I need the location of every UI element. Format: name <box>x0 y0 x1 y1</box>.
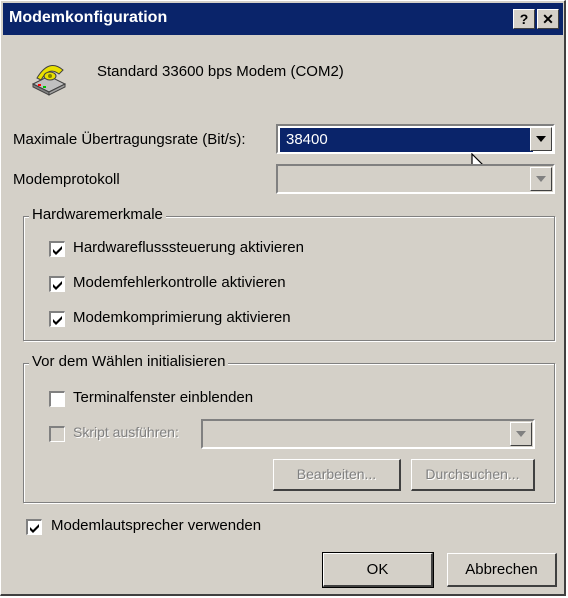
compression-label: Modemkomprimierung aktivieren <box>73 309 291 326</box>
hardware-legend: Hardwaremerkmale <box>29 206 166 223</box>
ok-button-label: OK <box>366 561 389 578</box>
cancel-button[interactable]: Abbrechen <box>447 553 557 587</box>
rate-dropdown-button[interactable] <box>530 127 552 151</box>
title-bar[interactable]: Modemkonfiguration ? ✕ <box>3 3 563 35</box>
modem-config-dialog: Modemkonfiguration ? ✕ Standard 33600 bp… <box>0 0 566 596</box>
speaker-label: Modemlautsprecher verwenden <box>51 517 262 534</box>
edit-button-label: Bearbeiten... <box>296 466 377 482</box>
script-combobox[interactable] <box>201 419 535 449</box>
help-button[interactable]: ? <box>513 9 535 29</box>
speaker-checkbox[interactable] <box>26 519 42 535</box>
close-button[interactable]: ✕ <box>537 9 559 29</box>
chevron-down-icon <box>536 176 546 182</box>
terminal-checkbox[interactable] <box>49 391 65 407</box>
terminal-label: Terminalfenster einblenden <box>73 389 254 406</box>
modem-name: Standard 33600 bps Modem (COM2) <box>97 63 344 80</box>
telephone-modem-icon <box>29 56 69 96</box>
rate-label: Maximale Übertragungsrate (Bit/s): <box>13 131 246 148</box>
rate-value: 38400 <box>280 128 533 152</box>
compression-checkbox[interactable] <box>49 311 65 327</box>
browse-button[interactable]: Durchsuchen... <box>411 459 535 491</box>
window-title: Modemkonfiguration <box>9 9 168 26</box>
protocol-label: Modemprotokoll <box>13 171 120 188</box>
script-dropdown-button[interactable] <box>510 422 532 446</box>
error-control-label: Modemfehlerkontrolle aktivieren <box>73 274 286 291</box>
chevron-down-icon <box>516 431 526 437</box>
rate-combobox[interactable]: 38400 <box>276 124 555 154</box>
browse-button-label: Durchsuchen... <box>425 466 520 482</box>
script-label: Skript ausführen: <box>73 424 179 440</box>
script-checkbox[interactable] <box>49 426 65 442</box>
chevron-down-icon <box>536 136 546 142</box>
protocol-combobox[interactable] <box>276 164 555 194</box>
hardware-flow-label: Hardwareflusssteuerung aktivieren <box>73 239 304 256</box>
edit-button[interactable]: Bearbeiten... <box>273 459 401 491</box>
protocol-dropdown-button[interactable] <box>530 167 552 191</box>
init-legend: Vor dem Wählen initialisieren <box>29 353 229 370</box>
ok-button[interactable]: OK <box>322 552 434 588</box>
error-control-checkbox[interactable] <box>49 276 65 292</box>
hardware-flow-checkbox[interactable] <box>49 241 65 257</box>
cancel-button-label: Abbrechen <box>465 561 538 578</box>
